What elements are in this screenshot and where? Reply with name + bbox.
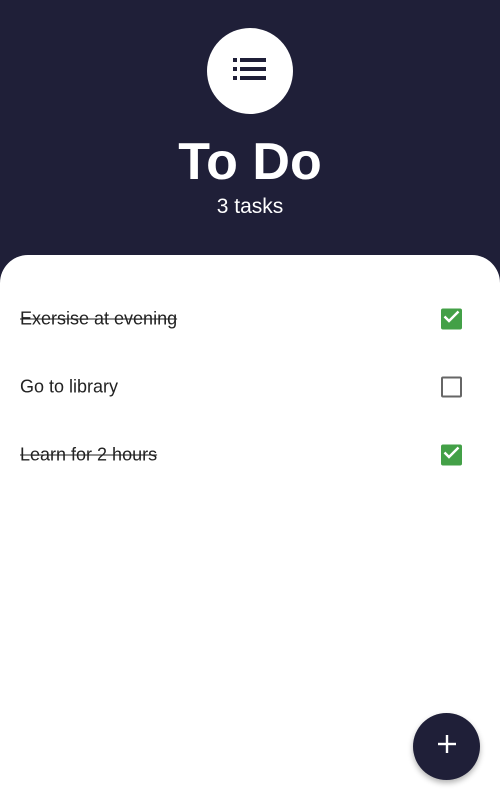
task-label: Learn for 2 hours bbox=[20, 444, 158, 465]
check-icon bbox=[443, 310, 460, 329]
task-item[interactable]: Learn for 2 hours bbox=[0, 421, 500, 489]
list-icon bbox=[233, 57, 267, 85]
task-checkbox[interactable] bbox=[441, 376, 462, 398]
task-list-panel: Exersise at evening Go to library Learn … bbox=[0, 255, 500, 800]
app-root: To Do 3 tasks Exersise at evening Go to … bbox=[0, 0, 500, 800]
add-task-button[interactable] bbox=[413, 713, 480, 780]
check-icon bbox=[443, 446, 460, 465]
header: To Do 3 tasks bbox=[0, 0, 500, 256]
task-checkbox[interactable] bbox=[441, 308, 462, 330]
task-label: Exersise at evening bbox=[20, 308, 178, 329]
task-count: 3 tasks bbox=[216, 195, 284, 218]
task-checkbox[interactable] bbox=[441, 444, 462, 466]
task-item[interactable]: Go to library bbox=[0, 353, 500, 421]
task-label: Go to library bbox=[20, 376, 119, 397]
add-icon bbox=[437, 734, 457, 759]
page-title: To Do bbox=[178, 133, 322, 191]
header-icon-circle bbox=[207, 28, 293, 114]
task-item[interactable]: Exersise at evening bbox=[0, 285, 500, 353]
